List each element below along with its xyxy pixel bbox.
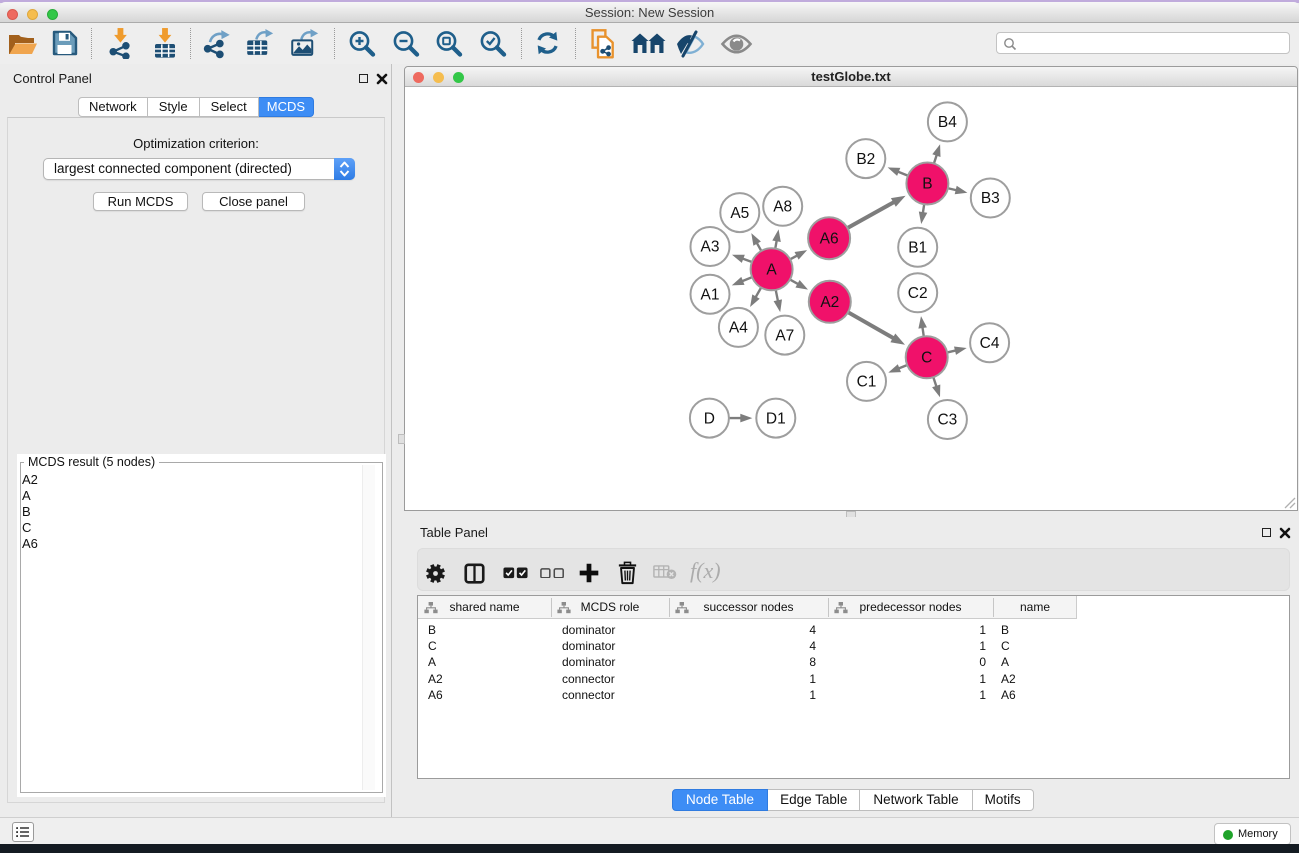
- svg-text:B2: B2: [856, 151, 875, 168]
- svg-text:A1: A1: [701, 286, 720, 303]
- svg-text:B1: B1: [908, 239, 927, 256]
- svg-text:C4: C4: [980, 335, 1000, 352]
- svg-text:B: B: [922, 176, 932, 193]
- svg-text:A5: A5: [730, 205, 749, 222]
- svg-text:D: D: [704, 410, 715, 427]
- svg-text:B3: B3: [981, 190, 1000, 207]
- svg-text:C: C: [921, 349, 932, 366]
- svg-text:A7: A7: [775, 327, 794, 344]
- svg-text:C2: C2: [908, 285, 928, 302]
- svg-text:A8: A8: [773, 199, 792, 216]
- svg-text:B4: B4: [938, 114, 957, 131]
- svg-text:A2: A2: [820, 294, 839, 311]
- svg-text:C3: C3: [937, 412, 957, 429]
- svg-text:A4: A4: [729, 320, 748, 337]
- svg-text:A: A: [766, 262, 777, 279]
- svg-text:C1: C1: [857, 374, 877, 391]
- svg-text:A6: A6: [820, 230, 839, 247]
- svg-text:D1: D1: [766, 410, 786, 427]
- svg-text:A3: A3: [701, 239, 720, 256]
